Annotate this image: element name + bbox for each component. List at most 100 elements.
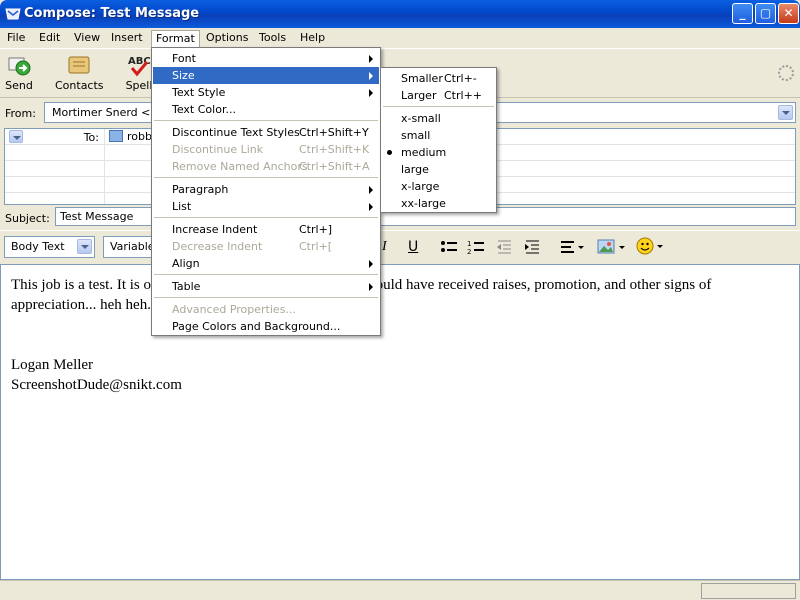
menu-separator [154,120,378,121]
title-bar[interactable]: Compose: Test Message _ ▢ ✕ [0,0,800,28]
increase-indent-icon[interactable] [524,239,540,255]
format-menu-discontinue-styles[interactable]: Discontinue Text Styles Ctrl+Shift+Y [153,124,379,141]
format-menu-font[interactable]: Font [153,50,379,67]
body-line-1: This job is a test. It is o , you would h… [11,275,789,295]
svg-text:ABC: ABC [128,56,151,67]
recipient-address-text: robb [127,130,152,143]
size-x-large[interactable]: x-large [382,178,495,195]
size-medium[interactable]: medium [382,144,495,161]
size-large[interactable]: large [382,161,495,178]
shortcut-label: Ctrl++ [444,89,483,102]
shortcut-label: Ctrl+] [299,223,333,236]
underline-button[interactable]: U [408,239,418,255]
menu-insert[interactable]: Insert [107,30,147,47]
minimize-button[interactable]: _ [732,3,753,24]
signature-name: Logan Meller [11,357,94,373]
format-toolbar: Body Text Variable I U 12 [0,230,800,263]
contacts-label: Contacts [55,79,104,92]
status-panel [701,583,796,599]
svg-text:2: 2 [467,248,471,255]
send-label: Send [5,79,33,92]
submenu-arrow-icon [369,283,373,291]
menu-file[interactable]: File [3,30,29,47]
insert-image-icon[interactable] [597,239,627,255]
decrease-indent-icon[interactable] [496,239,512,255]
shortcut-label: Ctrl+Shift+A [299,160,370,173]
menu-separator [154,274,378,275]
message-body-editor[interactable]: This job is a test. It is o , you would h… [0,264,800,580]
menu-separator [154,217,378,218]
size-smaller[interactable]: Smaller Ctrl+- [382,70,495,87]
address-card-icon [109,130,123,142]
paragraph-style-value: Body Text [11,240,65,253]
submenu-arrow-icon [369,55,373,63]
close-button[interactable]: ✕ [778,3,799,24]
shortcut-label: Ctrl+Shift+K [299,143,370,156]
menu-bar: File Edit View Insert Format Options Too… [0,28,800,48]
bullet-list-icon[interactable] [440,239,458,255]
chevron-down-icon[interactable] [778,105,793,120]
body-text-end: , you would have received raises, promot… [331,277,712,293]
shortcut-label: Ctrl+- [444,72,477,85]
format-menu: Font Size Text Style Text Color... Disco… [151,47,381,336]
numbered-list-icon[interactable]: 12 [467,239,485,255]
menu-options[interactable]: Options [202,30,252,47]
shortcut-label: Ctrl+[ [299,240,333,253]
submenu-arrow-icon [369,203,373,211]
checked-bullet-icon [387,150,392,155]
submenu-arrow-icon [369,186,373,194]
recipient-address[interactable]: robb [109,130,152,143]
size-small[interactable]: small [382,127,495,144]
format-menu-page-colors[interactable]: Page Colors and Background... [153,318,379,335]
format-menu-list[interactable]: List [153,198,379,215]
menu-separator [154,177,378,178]
chevron-down-icon[interactable] [9,130,23,143]
spell-button[interactable]: ABC Spell [124,53,154,92]
maximize-button[interactable]: ▢ [755,3,776,24]
format-menu-text-style[interactable]: Text Style [153,84,379,101]
recipient-type-select[interactable]: To: [7,130,103,144]
format-menu-paragraph[interactable]: Paragraph [153,181,379,198]
menu-tools[interactable]: Tools [255,30,290,47]
submenu-arrow-icon [369,89,373,97]
smiley-icon[interactable] [636,237,666,257]
menu-view[interactable]: View [70,30,104,47]
send-button[interactable]: Send [4,53,34,92]
format-menu-text-color[interactable]: Text Color... [153,101,379,118]
contacts-icon [68,56,90,74]
activity-throbber-icon [778,65,794,81]
recipient-type-label: To: [83,131,99,144]
menu-help[interactable]: Help [296,30,329,47]
format-menu-increase-indent[interactable]: Increase Indent Ctrl+] [153,221,379,238]
signature-email: ScreenshotDude@snikt.com [11,377,182,393]
size-xx-large[interactable]: xx-large [382,195,495,212]
paragraph-style-select[interactable]: Body Text [4,236,95,258]
menu-format[interactable]: Format [151,30,200,47]
format-menu-table[interactable]: Table [153,278,379,295]
size-larger[interactable]: Larger Ctrl++ [382,87,495,104]
format-menu-remove-anchors: Remove Named Anchors Ctrl+Shift+A [172,160,370,173]
subject-label: Subject: [5,212,50,225]
submenu-arrow-icon [369,260,373,268]
size-x-small[interactable]: x-small [382,110,495,127]
italic-button[interactable]: I [382,239,387,255]
menu-separator [383,106,494,107]
chevron-down-icon[interactable] [77,239,92,254]
body-blank [11,315,789,355]
menu-separator [154,297,378,298]
contacts-button[interactable]: Contacts [55,53,104,92]
submenu-arrow-icon [369,72,373,80]
format-menu-align[interactable]: Align [153,255,379,272]
size-submenu: Smaller Ctrl+- Larger Ctrl++ x-small small… [380,67,497,213]
format-menu-discontinue-link: Discontinue Link Ctrl+Shift+K [172,143,370,156]
align-menu-icon[interactable] [560,239,586,255]
spellcheck-icon: ABC [128,56,151,77]
app-icon [5,8,21,20]
body-line-2: appreciation... heh heh. [11,297,151,313]
format-menu-decrease-indent: Decrease Indent Ctrl+[ [172,240,333,253]
format-menu-advanced-properties: Advanced Properties... [172,303,296,316]
menu-edit[interactable]: Edit [35,30,64,47]
shortcut-label: Ctrl+Shift+Y [299,126,369,139]
format-menu-size[interactable]: Size [153,67,379,84]
send-icon [8,57,31,76]
